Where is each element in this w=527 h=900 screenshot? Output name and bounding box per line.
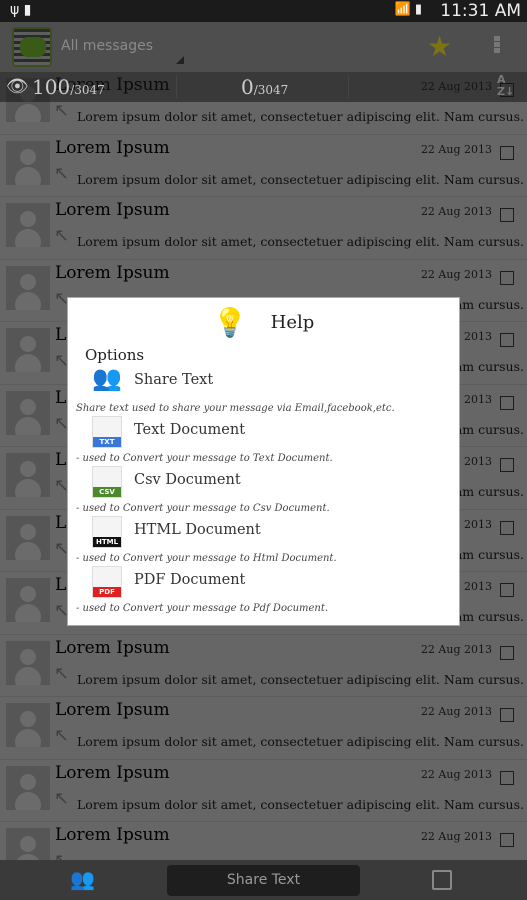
selected-count: 0/3047 bbox=[241, 75, 289, 99]
option-description: - used to Convert your message to Csv Do… bbox=[76, 503, 330, 514]
option-description: - used to Convert your message to Text D… bbox=[76, 453, 333, 464]
html-file-icon: HTML bbox=[92, 516, 122, 548]
help-dialog: 💡 Help Options 👥 Share Text Share text us… bbox=[67, 297, 460, 626]
option-label: Share Text bbox=[134, 372, 214, 388]
spinner-arrow-icon bbox=[176, 56, 184, 64]
bottom-bar: 👥 Share Text bbox=[0, 860, 527, 900]
option-label: Csv Document bbox=[134, 472, 241, 488]
dialog-title: Help bbox=[270, 312, 315, 333]
lightbulb-icon: 💡 bbox=[212, 306, 248, 339]
counter-bar: 👁 100/3047 0/3047 A Z↓ bbox=[0, 72, 527, 102]
share-people-icon: 👥 bbox=[92, 364, 122, 392]
txt-file-icon: TXT bbox=[92, 416, 122, 448]
options-heading: Options bbox=[85, 346, 145, 364]
option-description: - used to Convert your message to Pdf Do… bbox=[76, 603, 329, 614]
viewed-count: 100/3047 bbox=[32, 75, 105, 99]
option-label: PDF Document bbox=[134, 572, 246, 588]
clock: 11:31 AM bbox=[440, 1, 521, 21]
select-all-checkbox[interactable] bbox=[432, 870, 452, 890]
option-label: Text Document bbox=[134, 422, 246, 438]
divider bbox=[348, 76, 349, 98]
app-logo[interactable] bbox=[12, 27, 52, 67]
divider bbox=[176, 76, 177, 98]
status-bar: ψ ▮ 📶 ▮ 11:31 AM bbox=[0, 0, 527, 22]
pdf-file-icon: PDF bbox=[92, 566, 122, 598]
option-label: HTML Document bbox=[134, 522, 261, 538]
share-text-button[interactable]: Share Text bbox=[167, 865, 360, 896]
message-filter-spinner[interactable]: All messages bbox=[61, 38, 153, 54]
usb-sim-icons: ψ ▮ bbox=[10, 2, 32, 18]
overflow-menu-icon[interactable] bbox=[494, 36, 501, 54]
option-description: - used to Convert your message to Html D… bbox=[76, 553, 337, 564]
share-people-icon[interactable]: 👥 bbox=[70, 867, 95, 891]
option-description: Share text used to share your message vi… bbox=[76, 403, 395, 414]
csv-file-icon: CSV bbox=[92, 466, 122, 498]
star-icon[interactable]: ★ bbox=[427, 30, 452, 63]
action-bar: All messages ★ bbox=[0, 22, 527, 72]
sort-az-icon[interactable]: A Z↓ bbox=[497, 74, 514, 98]
eye-icon: 👁 bbox=[6, 76, 29, 97]
wifi-signal-battery-icons: 📶 ▮ bbox=[394, 2, 422, 17]
